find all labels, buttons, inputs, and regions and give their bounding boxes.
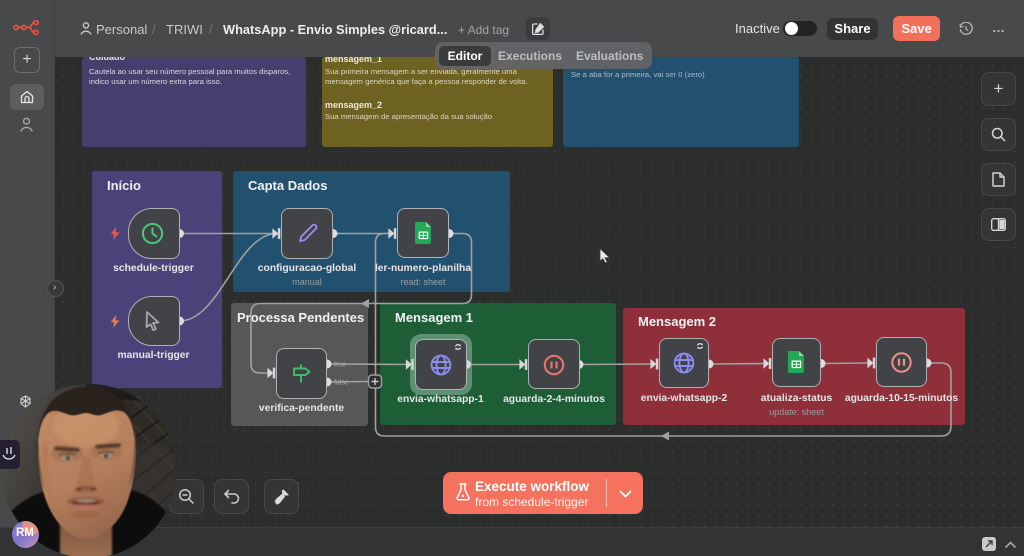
svg-text:true: true [334,362,346,369]
svg-text:false: false [334,380,349,387]
